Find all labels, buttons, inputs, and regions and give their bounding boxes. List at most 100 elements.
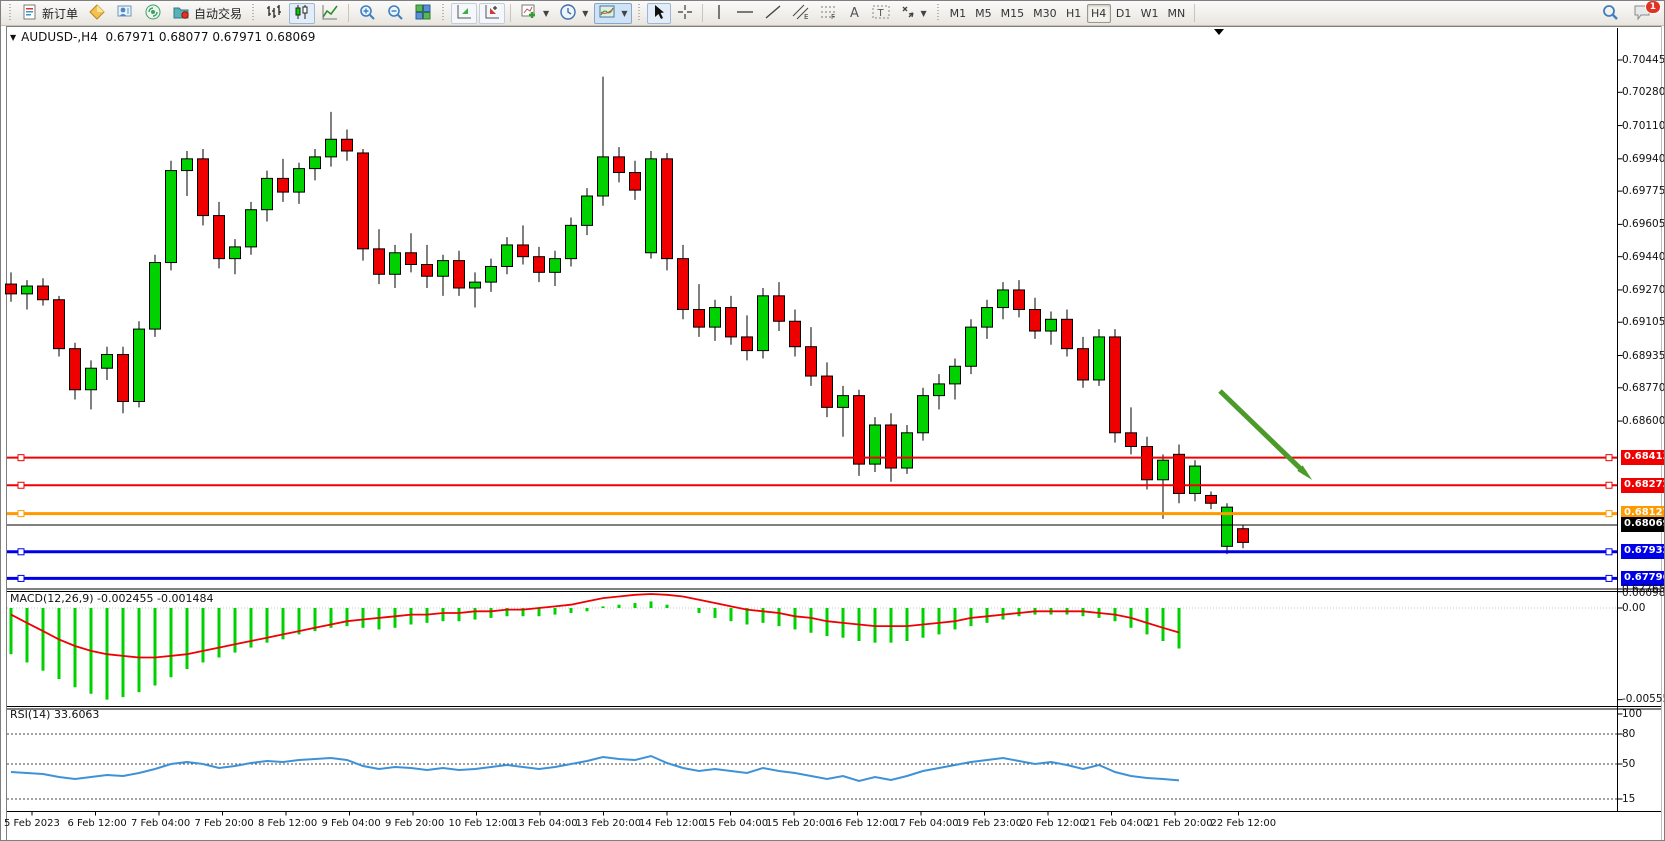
macd-axis-tick: 0.00 [1622, 602, 1645, 614]
candle-bearish [1142, 447, 1153, 480]
tab-timeframe-h4[interactable]: H4 [1087, 4, 1111, 23]
candle-bearish [406, 253, 417, 265]
price-axis-tick: 0.70280 [1622, 86, 1665, 98]
candle-bearish [854, 396, 865, 464]
crosshair-tool-button[interactable] [673, 3, 697, 24]
zoom-out-button[interactable] [382, 3, 408, 24]
time-axis-tick: 21 Feb 04:00 [1084, 818, 1150, 830]
current-price-label: 0.68069 [1621, 517, 1664, 532]
rsi-axis-tick: 80 [1622, 728, 1635, 740]
tile-windows-button[interactable] [410, 3, 436, 24]
horizontal-line-icon [736, 4, 754, 23]
candle-bullish [134, 329, 145, 401]
vertical-line-icon [712, 4, 726, 23]
candle-bearish [1126, 433, 1137, 447]
macd-indicator-label: MACD(12,26,9) -0.002455 -0.001484 [10, 592, 213, 605]
svg-text:E: E [804, 13, 808, 20]
rsi-axis-tick: 100 [1622, 708, 1642, 720]
horizontal-line-tool-button[interactable] [732, 3, 758, 24]
tab-timeframe-w1[interactable]: W1 [1137, 4, 1163, 23]
indicator-window-2-button[interactable] [479, 3, 505, 24]
candle-bullish [438, 261, 449, 277]
zoom-in-button[interactable] [354, 3, 380, 24]
candle-bearish [54, 300, 65, 349]
hline-handle [1606, 575, 1612, 581]
chart-ohlc: 0.67971 0.68077 0.67971 0.68069 [105, 30, 315, 44]
price-axis-tick: 0.68935 [1622, 350, 1665, 362]
autotrade-icon [172, 3, 190, 24]
candle-bullish [1094, 337, 1105, 380]
candle-bearish [534, 257, 545, 273]
zoom-out-icon [386, 3, 404, 24]
zoom-in-icon [358, 3, 376, 24]
signals-button[interactable] [140, 3, 166, 24]
candle-bearish [198, 159, 209, 216]
fibonacci-tool-button[interactable]: F [816, 3, 842, 24]
search-button[interactable] [1597, 3, 1623, 24]
arrows-tool-button[interactable]: ▼ [896, 3, 931, 24]
equidistant-channel-tool-button[interactable]: E [788, 3, 814, 24]
candle-bearish [518, 245, 529, 257]
candle-bullish [982, 308, 993, 328]
search-icon [1601, 3, 1619, 24]
add-indicator-button[interactable]: ▼ [516, 3, 553, 24]
tab-timeframe-m1[interactable]: M1 [946, 4, 971, 23]
tile-windows-icon [414, 3, 432, 24]
candle-bullish [838, 396, 849, 408]
period-button[interactable]: ▼ [555, 3, 592, 24]
candle-bullish [230, 247, 241, 259]
indicator-window-icon [455, 3, 473, 24]
time-axis-tick: 22 Feb 12:00 [1211, 818, 1277, 830]
text-tool-button[interactable]: A [844, 3, 866, 24]
candle-bullish [566, 225, 577, 258]
toolbar-gripper[interactable] [637, 4, 642, 22]
indicator-window-button[interactable] [451, 3, 477, 24]
chart-area[interactable]: 0.684130.682720.681270.680690.679320.677… [1, 26, 1665, 841]
hline-handle [18, 455, 24, 461]
market-button[interactable] [84, 3, 110, 24]
new-order-icon [22, 4, 38, 23]
vertical-line-tool-button[interactable] [708, 3, 730, 24]
time-axis-tick: 10 Feb 12:00 [449, 818, 515, 830]
hline-handle [18, 482, 24, 488]
candle-bullish [310, 157, 321, 169]
toolbar-gripper[interactable] [8, 4, 13, 22]
toolbar-gripper[interactable] [441, 4, 446, 22]
chart-template-button[interactable]: ▼ [594, 3, 631, 24]
tab-timeframe-d1[interactable]: D1 [1112, 4, 1136, 23]
toolbar-gripper[interactable] [936, 4, 941, 22]
candle-bearish [1030, 310, 1041, 332]
tab-timeframe-h1[interactable]: H1 [1062, 4, 1086, 23]
tab-timeframe-m30[interactable]: M30 [1029, 4, 1061, 23]
tab-timeframe-m5[interactable]: M5 [971, 4, 996, 23]
candle-bearish [886, 425, 897, 468]
time-axis-tick: 17 Feb 04:00 [893, 818, 959, 830]
candle-bearish [630, 173, 641, 191]
signals-icon [144, 3, 162, 24]
candle-bullish [1190, 466, 1201, 493]
line-chart-type-button[interactable] [317, 3, 343, 24]
indicator-window-2-icon [483, 3, 501, 24]
notifications-button[interactable]: 1 [1629, 3, 1656, 24]
candlestick-chart-type-button[interactable] [289, 3, 315, 24]
text-label-tool-button[interactable]: T [868, 3, 894, 24]
tab-timeframe-mn[interactable]: MN [1164, 4, 1190, 23]
hline-handle [18, 549, 24, 555]
candlestick-chart-icon [293, 3, 311, 24]
candle-bullish [502, 245, 513, 267]
profile-button[interactable] [112, 3, 138, 24]
new-order-button[interactable]: 新订单 [18, 3, 82, 24]
candle-bullish [102, 355, 113, 369]
price-axis-tick: 0.68770 [1622, 382, 1665, 394]
time-axis-tick: 13 Feb 20:00 [576, 818, 642, 830]
svg-text:F: F [831, 13, 835, 20]
chevron-down-icon: ▼ [10, 33, 16, 42]
cursor-tool-button[interactable] [647, 3, 671, 24]
bar-chart-type-button[interactable] [261, 3, 287, 24]
candle-bearish [1078, 349, 1089, 380]
toolbar-gripper[interactable] [251, 4, 256, 22]
trendline-tool-button[interactable] [760, 3, 786, 24]
autotrade-button[interactable]: 自动交易 [168, 3, 246, 24]
tab-timeframe-m15[interactable]: M15 [997, 4, 1029, 23]
hline-handle [18, 575, 24, 581]
